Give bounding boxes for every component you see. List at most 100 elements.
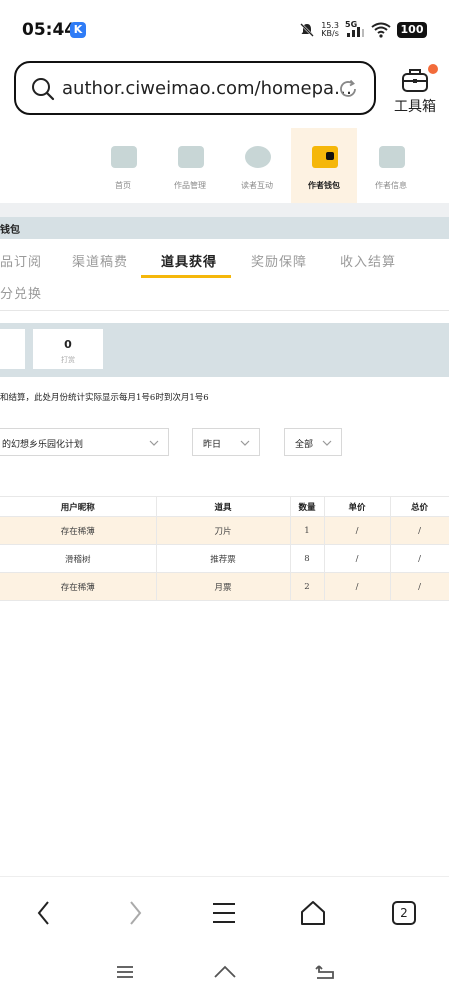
nav-item-readers[interactable]: 读者互动 — [224, 128, 290, 203]
system-nav-bar — [0, 948, 449, 999]
rewards-table: 用户昵称 道具 数量 单价 总价 存在稀薄 刀片 1 / / 滑稽树 推荐票 8… — [0, 496, 449, 601]
tab-settlement[interactable]: 收入结算 — [340, 251, 396, 270]
tab-exchange[interactable]: 分兑换 — [0, 283, 42, 302]
notification-dot — [428, 64, 438, 74]
cell-unit-price: / — [324, 516, 391, 545]
cell-total: / — [390, 572, 449, 601]
tab-subscription[interactable]: 品订阅 — [0, 251, 42, 270]
browser-bottom-bar: 2 — [0, 876, 449, 948]
status-time: 05:44 — [22, 20, 77, 40]
chat-icon — [245, 146, 271, 168]
url-text[interactable]: author.ciweimao.com/homepa… — [62, 78, 352, 99]
system-back-button[interactable] — [310, 960, 340, 984]
wallet-icon — [312, 146, 338, 168]
signal-icon — [347, 27, 364, 37]
cell-unit-price: / — [324, 572, 391, 601]
table-header-row: 用户昵称 道具 数量 单价 总价 — [0, 496, 449, 517]
chevron-down-icon — [149, 440, 159, 446]
type-select-value: 全部 — [295, 440, 314, 450]
toolbox-icon — [402, 69, 428, 92]
cell-item: 月票 — [156, 572, 291, 601]
menu-button[interactable] — [204, 897, 244, 929]
id-card-icon — [379, 146, 405, 168]
table-row: 滑稽树 推荐票 8 / / — [0, 544, 449, 573]
nav-item-label: 首页 — [115, 181, 131, 190]
toolbox-label: 工具箱 — [394, 99, 436, 115]
stats-band: 0 打赏 — [0, 323, 449, 377]
col-item: 道具 — [156, 496, 291, 517]
cell-nickname: 存在稀薄 — [0, 516, 157, 545]
divider — [0, 203, 449, 217]
nav-item-label: 作品管理 — [174, 181, 206, 190]
address-bar[interactable]: author.ciweimao.com/homepa… — [14, 61, 376, 115]
chevron-left-icon — [37, 901, 49, 925]
table-row: 存在稀薄 刀片 1 / / — [0, 516, 449, 545]
reload-icon[interactable] — [336, 77, 360, 101]
system-home-button[interactable] — [210, 960, 240, 984]
chevron-down-icon — [322, 440, 332, 446]
cell-nickname: 存在稀薄 — [0, 572, 157, 601]
mute-icon — [300, 23, 315, 37]
stat-box-tips: 0 打赏 — [33, 329, 103, 369]
site-nav: 首页 作品管理 读者互动 作者钱包 作者信息 — [90, 128, 426, 203]
cell-unit-price: / — [324, 544, 391, 573]
tabs-button[interactable]: 2 — [384, 897, 424, 929]
wallet-tabs: 品订阅 渠道稿费 道具获得 奖励保障 收入结算 分兑换 — [0, 239, 449, 311]
back-icon — [315, 965, 334, 979]
tab-channel-fee[interactable]: 渠道稿费 — [72, 251, 128, 270]
nav-item-profile[interactable]: 作者信息 — [358, 128, 424, 203]
house-icon — [111, 146, 137, 168]
home-icon — [301, 901, 325, 925]
active-tab-indicator — [141, 275, 231, 278]
stat-value: 0 — [64, 338, 72, 351]
stat-box-partial — [0, 329, 25, 369]
tab-item-rewards[interactable]: 道具获得 — [161, 251, 217, 270]
net-speed: 15.3 KB/s — [321, 21, 339, 38]
col-unit-price: 单价 — [324, 496, 391, 517]
book-icon — [178, 146, 204, 168]
menu-icon — [213, 903, 235, 923]
col-quantity: 数量 — [290, 496, 325, 517]
date-select-value: 昨日 — [203, 440, 222, 450]
book-select[interactable]: 的幻想乡乐园化计划 — [0, 428, 169, 456]
cell-total: / — [390, 516, 449, 545]
section-title: 钱包 — [0, 225, 20, 236]
toolbox-button[interactable]: 工具箱 — [388, 64, 444, 116]
chevron-down-icon — [240, 440, 250, 446]
stat-label: 打赏 — [61, 356, 75, 364]
date-select[interactable]: 昨日 — [192, 428, 260, 456]
nav-item-wallet[interactable]: 作者钱包 — [291, 128, 357, 203]
home-button[interactable] — [293, 897, 333, 929]
col-total: 总价 — [390, 496, 449, 517]
cell-item: 推荐票 — [156, 544, 291, 573]
cell-item: 刀片 — [156, 516, 291, 545]
nav-item-home[interactable]: 首页 — [90, 128, 156, 203]
forward-button[interactable] — [115, 897, 155, 929]
nav-item-label: 作者钱包 — [308, 180, 340, 190]
recent-apps-button[interactable] — [110, 960, 140, 984]
back-button[interactable] — [24, 897, 64, 929]
signal-indicator: 5G — [345, 20, 365, 38]
book-select-value: 的幻想乡乐园化计划 — [2, 440, 84, 450]
home-icon — [214, 965, 236, 978]
search-icon — [32, 78, 55, 101]
wifi-icon — [371, 22, 391, 38]
table-row: 存在稀薄 月票 2 / / — [0, 572, 449, 601]
nav-item-label: 读者互动 — [241, 181, 273, 190]
settlement-note: 和结算，此处月份统计实际显示每月1号6时到次月1号6 — [0, 393, 209, 403]
nav-item-works[interactable]: 作品管理 — [157, 128, 223, 203]
status-indicators: 15.3 KB/s 5G 100 — [299, 18, 427, 42]
tab-count: 2 — [392, 901, 416, 925]
section-header: 钱包 — [0, 217, 449, 239]
nav-item-label: 作者信息 — [375, 181, 407, 190]
menu-icon — [117, 966, 133, 978]
tab-bonus[interactable]: 奖励保障 — [251, 251, 307, 270]
app-notification-icon: K — [70, 22, 86, 38]
col-nickname: 用户昵称 — [0, 496, 157, 517]
cell-quantity: 2 — [290, 572, 325, 601]
cell-total: / — [390, 544, 449, 573]
cell-quantity: 8 — [290, 544, 325, 573]
cell-quantity: 1 — [290, 516, 325, 545]
chevron-right-icon — [130, 901, 142, 925]
type-select[interactable]: 全部 — [284, 428, 342, 456]
